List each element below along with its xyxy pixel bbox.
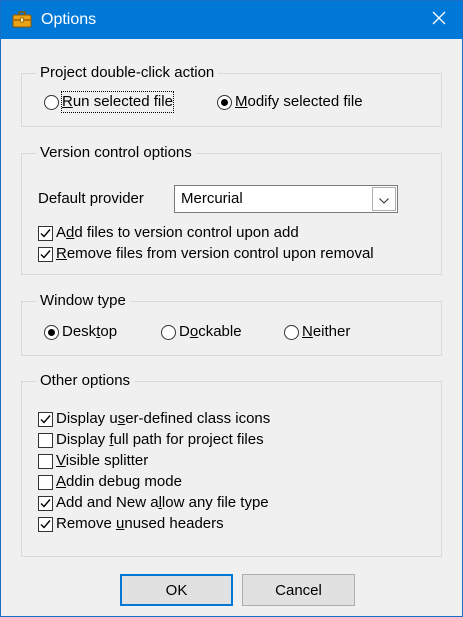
- options-dialog: Options Project double-click action Run …: [0, 0, 463, 617]
- radio-desktop[interactable]: Desktop: [44, 322, 117, 342]
- group-legend: Version control options: [36, 143, 196, 163]
- checkbox-add-new-any-file-type[interactable]: Add and New allow any file type: [38, 493, 269, 513]
- checkbox-label: Visible splitter: [56, 452, 149, 469]
- checkbox-box: [38, 453, 53, 469]
- checkbox-box: [38, 432, 53, 448]
- checkbox-label: Add and New allow any file type: [56, 494, 269, 511]
- default-provider-value: Mercurial: [181, 190, 243, 207]
- radio-label: Neither: [302, 323, 351, 340]
- checkbox-visible-splitter[interactable]: Visible splitter: [38, 451, 148, 471]
- checkbox-remove-files-from-vc[interactable]: Remove files from version control upon r…: [38, 244, 374, 264]
- radio-neither[interactable]: Neither: [284, 322, 350, 342]
- checkbox-box: [38, 225, 53, 241]
- briefcase-icon: [12, 10, 32, 30]
- checkbox-box: [38, 474, 53, 490]
- radio-label: Dockable: [179, 323, 242, 340]
- checkbox-label: Display full path for project files: [56, 431, 264, 448]
- checkbox-label: Display user-defined class icons: [56, 410, 271, 427]
- checkbox-label: Remove files from version control upon r…: [56, 245, 374, 262]
- window-title: Options: [41, 11, 97, 28]
- checkbox-label: Add files to version control upon add: [56, 224, 299, 241]
- window-type-group: Window type Desktop Dockable Neither: [21, 291, 442, 356]
- cancel-button[interactable]: Cancel: [242, 574, 355, 606]
- project-double-click-group: Project double-click action Run selected…: [21, 63, 442, 127]
- default-provider-label: Default provider: [38, 190, 144, 207]
- radio-label: Desktop: [62, 323, 118, 340]
- radio-circle: [44, 94, 59, 110]
- close-icon: [432, 11, 446, 29]
- checkbox-remove-unused-headers[interactable]: Remove unused headers: [38, 514, 224, 534]
- checkbox-addin-debug-mode[interactable]: Addin debug mode: [38, 472, 182, 492]
- radio-label: Run selected file: [61, 91, 174, 113]
- checkbox-display-full-path[interactable]: Display full path for project files: [38, 430, 264, 450]
- chevron-down-icon: [379, 191, 389, 208]
- group-legend: Window type: [36, 291, 130, 311]
- checkbox-box: [38, 246, 53, 262]
- group-legend: Other options: [36, 371, 135, 391]
- radio-circle: [161, 324, 176, 340]
- radio-circle: [217, 94, 232, 110]
- radio-circle: [44, 324, 59, 340]
- other-options-group: Other options Display user-defined class…: [21, 371, 442, 557]
- checkbox-box: [38, 411, 53, 427]
- checkbox-add-files-to-vc[interactable]: Add files to version control upon add: [38, 223, 299, 243]
- title-bar[interactable]: Options: [1, 1, 462, 39]
- ok-button[interactable]: OK: [120, 574, 233, 606]
- checkbox-box: [38, 495, 53, 511]
- radio-dockable[interactable]: Dockable: [161, 322, 242, 342]
- radio-circle: [284, 324, 299, 340]
- radio-run-selected-file[interactable]: Run selected file: [44, 91, 174, 113]
- checkbox-box: [38, 516, 53, 532]
- group-legend: Project double-click action: [36, 63, 219, 83]
- dropdown-button[interactable]: [372, 187, 396, 211]
- default-provider-select[interactable]: Mercurial: [174, 185, 398, 213]
- radio-label: Modify selected file: [235, 93, 363, 110]
- radio-modify-selected-file[interactable]: Modify selected file: [217, 92, 363, 112]
- version-control-group: Version control options Default provider…: [21, 143, 442, 275]
- close-button[interactable]: [416, 1, 462, 39]
- checkbox-label: Addin debug mode: [56, 473, 182, 490]
- checkbox-display-user-defined-class-icons[interactable]: Display user-defined class icons: [38, 409, 270, 429]
- checkbox-label: Remove unused headers: [56, 515, 224, 532]
